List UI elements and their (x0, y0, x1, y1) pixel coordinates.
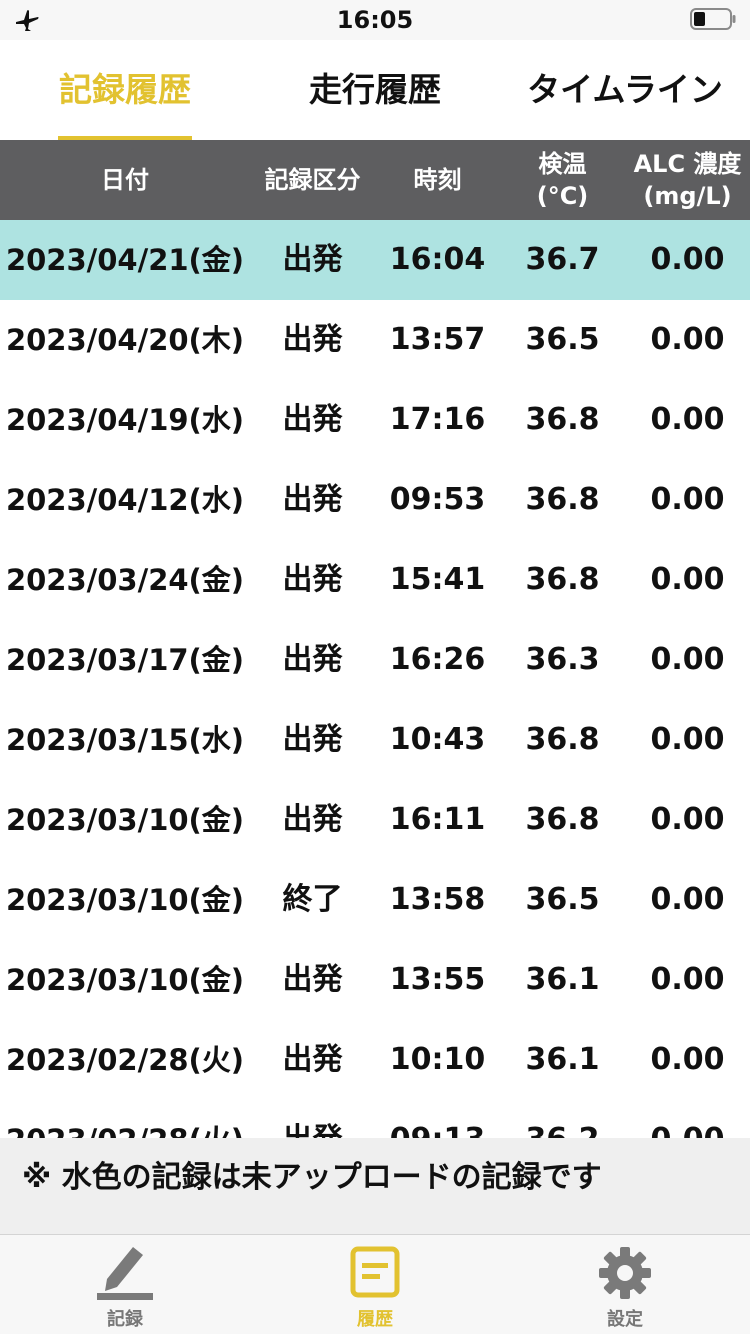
cell-time: 16:26 (389, 642, 486, 677)
cell-record-type: 出発 (250, 1100, 375, 1138)
cell-temperature: 36.2 (500, 1100, 625, 1138)
cell-date: 2023/02/28(火) (0, 1100, 250, 1138)
record-table: 2023/04/21(金) 出発 16:04 36.7 0.00 2023/04… (0, 220, 750, 1138)
cell-time: 10:10 (389, 1042, 486, 1077)
cell-date: 2023/03/10(金) (5, 803, 245, 837)
tabbar-record[interactable]: 記録 (0, 1235, 250, 1334)
cell-alc: 0.00 (650, 642, 725, 677)
cell-record-type: 出発 (282, 322, 343, 357)
cell-time: 16:11 (389, 802, 486, 837)
cell-temperature: 36.8 (525, 482, 600, 517)
cell-date: 2023/04/19(水) (5, 403, 245, 437)
table-row[interactable]: 2023/02/28(火) 出発 09:13 36.2 0.00 (0, 1100, 750, 1138)
cell-time: 13:57 (389, 322, 486, 357)
cell-record-type: 出発 (282, 482, 343, 517)
cell-alc: 0.00 (650, 802, 725, 837)
cell-alc: 0.00 (650, 242, 725, 277)
cell-time: 09:53 (389, 482, 486, 517)
gear-icon (599, 1247, 651, 1299)
header-temperature: 検温 (°C) (536, 150, 589, 210)
cell-record-type: 出発 (282, 242, 343, 277)
cell-record-type: 出発 (282, 562, 343, 597)
cell-temperature: 36.8 (525, 402, 600, 437)
table-header: 日付 記録区分 時刻 検温 (°C) ALC 濃度 (mg/L) (0, 140, 750, 220)
cell-alc: 0.00 (650, 482, 725, 517)
tab-driving-history[interactable]: 走行履歴 (250, 40, 500, 140)
table-row[interactable]: 2023/03/10(金) 出発 13:55 36.1 0.00 (0, 940, 750, 1020)
table-row[interactable]: 2023/04/12(水) 出発 09:53 36.8 0.00 (0, 460, 750, 540)
upload-note: ※ 水色の記録は未アップロードの記録です (0, 1138, 750, 1234)
table-row[interactable]: 2023/02/28(火) 出発 10:10 36.1 0.00 (0, 1020, 750, 1100)
cell-date: 2023/03/24(金) (5, 563, 245, 597)
pencil-icon (97, 1247, 153, 1300)
tab-record-history[interactable]: 記録履歴 (0, 40, 250, 140)
tabbar-history-label: 履歴 (357, 1309, 393, 1330)
cell-record-type: 出発 (282, 1042, 343, 1077)
bottom-tab-bar: 記録 履歴 設定 (0, 1234, 750, 1334)
cell-date: 2023/03/10(金) (5, 883, 245, 917)
tabbar-record-label: 記録 (107, 1309, 143, 1330)
cell-temperature: 36.1 (525, 1042, 600, 1077)
cell-time: 13:58 (389, 882, 486, 917)
table-row[interactable]: 2023/03/10(金) 終了 13:58 36.5 0.00 (0, 860, 750, 940)
tabbar-settings-label: 設定 (607, 1309, 643, 1330)
table-row[interactable]: 2023/04/19(水) 出発 17:16 36.8 0.00 (0, 380, 750, 460)
header-date: 日付 (101, 166, 149, 194)
cell-temperature: 36.1 (525, 962, 600, 997)
history-tabs: 記録履歴 走行履歴 タイムライン (0, 40, 750, 140)
cell-alc: 0.00 (650, 562, 725, 597)
cell-temperature: 36.5 (525, 322, 600, 357)
cell-record-type: 出発 (282, 642, 343, 677)
cell-date: 2023/03/10(金) (5, 963, 245, 997)
header-time: 時刻 (413, 166, 462, 194)
cell-time: 09:13 (375, 1100, 500, 1138)
cell-record-type: 出発 (282, 722, 343, 757)
cell-temperature: 36.7 (525, 242, 600, 277)
table-row[interactable]: 2023/03/24(金) 出発 15:41 36.8 0.00 (0, 540, 750, 620)
cell-time: 15:41 (389, 562, 486, 597)
cell-date: 2023/04/21(金) (5, 243, 245, 277)
cell-alc: 0.00 (625, 1100, 750, 1138)
cell-date: 2023/04/20(木) (5, 323, 245, 357)
upload-note-text: ※ 水色の記録は未アップロードの記録です (22, 1160, 602, 1195)
cell-temperature: 36.3 (525, 642, 600, 677)
table-row[interactable]: 2023/03/10(金) 出発 16:11 36.8 0.00 (0, 780, 750, 860)
battery-icon (690, 8, 736, 30)
cell-date: 2023/03/15(水) (5, 723, 245, 757)
status-time: 16:05 (336, 6, 414, 34)
table-row[interactable]: 2023/04/21(金) 出発 16:04 36.7 0.00 (0, 220, 750, 300)
cell-time: 17:16 (389, 402, 486, 437)
cell-date: 2023/02/28(火) (5, 1043, 245, 1077)
table-row[interactable]: 2023/03/17(金) 出発 16:26 36.3 0.00 (0, 620, 750, 700)
table-row[interactable]: 2023/04/20(木) 出発 13:57 36.5 0.00 (0, 300, 750, 380)
status-bar: 16:05 (0, 0, 750, 40)
cell-temperature: 36.5 (525, 882, 600, 917)
cell-temperature: 36.8 (525, 722, 600, 757)
cell-temperature: 36.8 (525, 562, 600, 597)
cell-time: 16:04 (389, 242, 486, 277)
cell-alc: 0.00 (650, 1042, 725, 1077)
cell-date: 2023/03/17(金) (5, 643, 245, 677)
cell-record-type: 終了 (282, 882, 343, 917)
cell-record-type: 出発 (282, 962, 343, 997)
cell-alc: 0.00 (650, 322, 725, 357)
cell-date: 2023/04/12(水) (5, 483, 245, 517)
cell-alc: 0.00 (650, 882, 725, 917)
cell-temperature: 36.8 (525, 802, 600, 837)
tabbar-settings[interactable]: 設定 (500, 1235, 750, 1334)
tabbar-history[interactable]: 履歴 (250, 1235, 500, 1334)
document-icon (350, 1246, 400, 1298)
cell-alc: 0.00 (650, 402, 725, 437)
cell-time: 10:43 (389, 722, 486, 757)
cell-record-type: 出発 (282, 402, 343, 437)
cell-record-type: 出発 (282, 802, 343, 837)
tab-timeline[interactable]: タイムライン (500, 40, 750, 140)
cell-time: 13:55 (389, 962, 486, 997)
cell-alc: 0.00 (650, 962, 725, 997)
header-record-type: 記録区分 (264, 166, 361, 194)
header-alc-concentration: ALC 濃度 (mg/L) (633, 150, 742, 210)
cell-alc: 0.00 (650, 722, 725, 757)
table-row[interactable]: 2023/03/15(水) 出発 10:43 36.8 0.00 (0, 700, 750, 780)
